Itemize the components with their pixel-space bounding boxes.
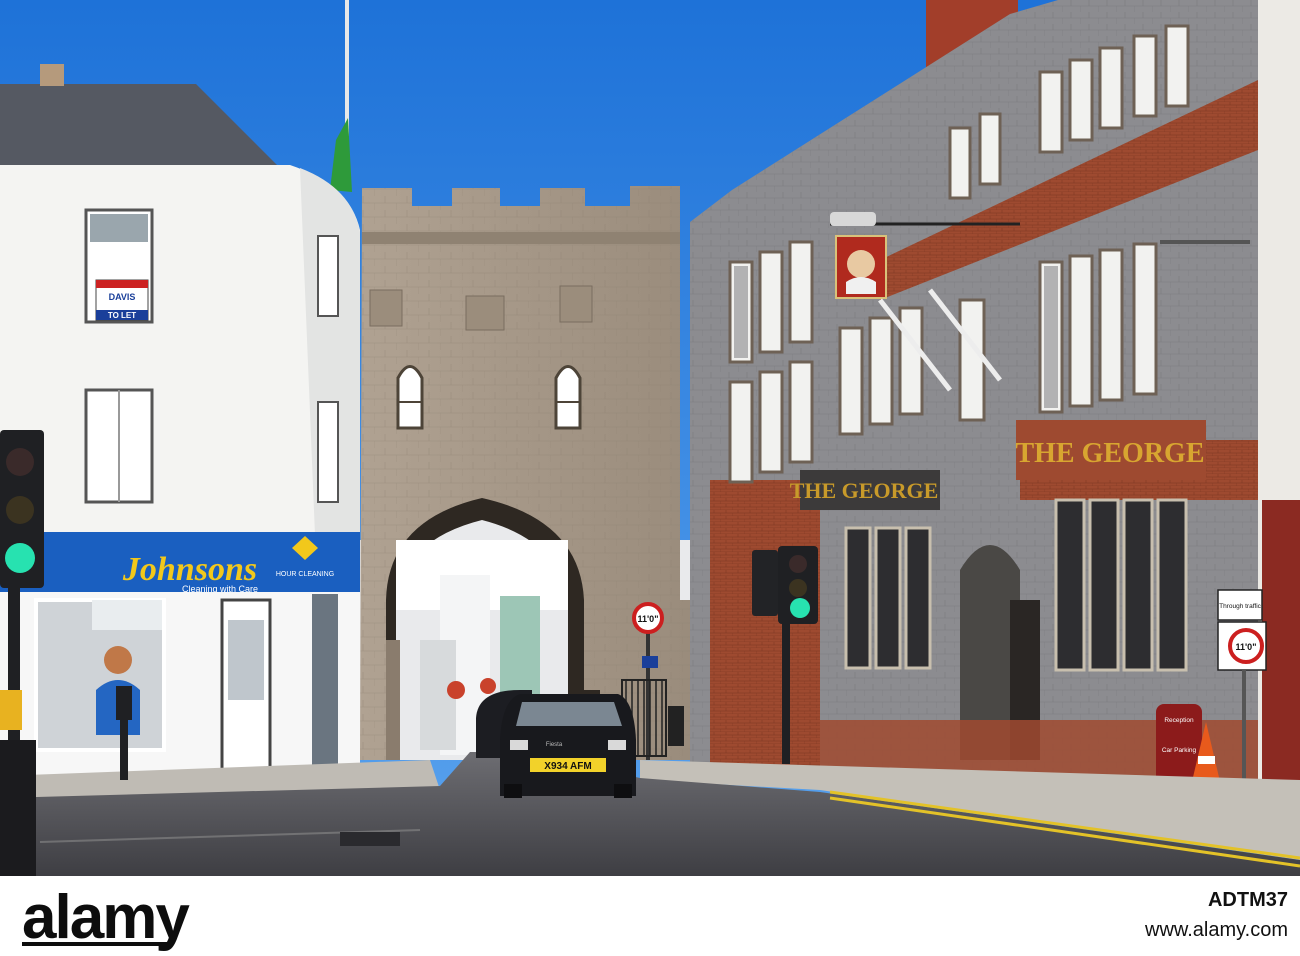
watermark-footer: alamy ADTM37 www.alamy.com xyxy=(0,876,1300,956)
alamy-url: www.alamy.com xyxy=(1144,919,1288,941)
hour-cleaning-text: HOUR CLEANING xyxy=(276,571,334,578)
svg-text:Through traffic: Through traffic xyxy=(1219,603,1262,610)
davis-sign-text: DAVIS xyxy=(109,292,136,302)
photo-scene: DAVIS TO LET Johnsons Cleaning with Care… xyxy=(0,0,1300,956)
tower-window-right xyxy=(554,365,582,430)
svg-text:11'0": 11'0" xyxy=(1236,642,1257,652)
svg-text:11'0": 11'0" xyxy=(638,614,659,624)
bollard-left xyxy=(0,740,36,876)
alamy-logo: alamy xyxy=(22,883,190,952)
street-photo: DAVIS TO LET Johnsons Cleaning with Care… xyxy=(0,0,1300,876)
johnsons-sign: Johnsons xyxy=(122,551,257,588)
town-gate-tower xyxy=(360,186,690,760)
svg-text:Car Parking: Car Parking xyxy=(1162,747,1197,754)
car-badge: Fiesta xyxy=(546,742,563,748)
watermark-strip: alamy ADTM37 www.alamy.com xyxy=(0,876,1300,956)
number-plate: X934 AFM xyxy=(544,761,591,772)
the-george-sign-left: THE GEORGE xyxy=(790,478,939,503)
tower-window-left xyxy=(396,365,424,430)
the-george-sign-right: THE GEORGE xyxy=(1015,438,1204,469)
image-id: ADTM37 xyxy=(1208,889,1288,911)
to-let-text: TO LET xyxy=(108,311,136,320)
black-hatchback: X934 AFM Fiesta xyxy=(500,694,636,798)
svg-text:Reception: Reception xyxy=(1164,717,1194,724)
